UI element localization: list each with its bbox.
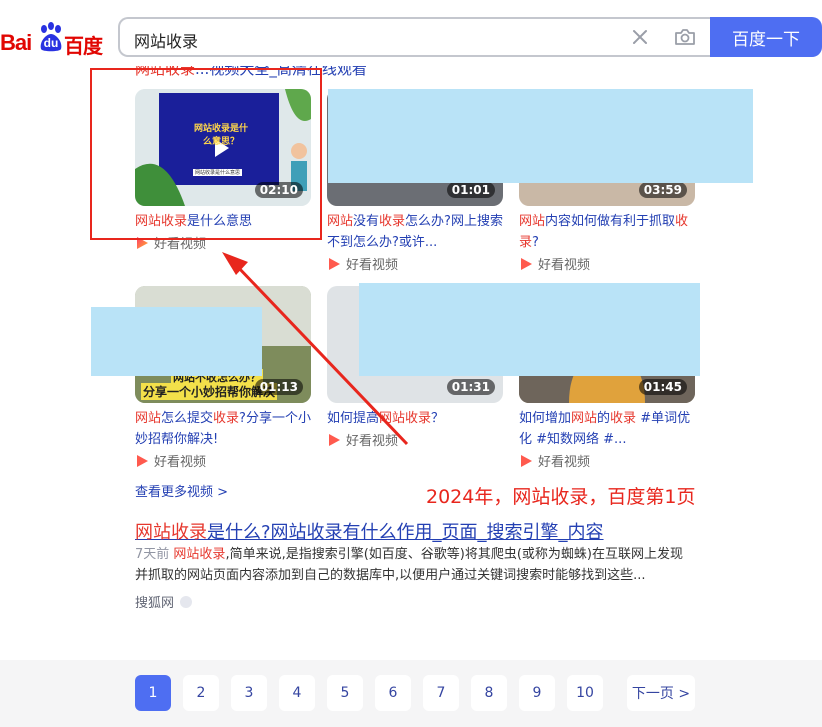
- baidu-logo[interactable]: Bai du 百度: [0, 20, 104, 58]
- page-6[interactable]: 6: [375, 675, 411, 711]
- page-10[interactable]: 10: [567, 675, 603, 711]
- redaction-mask: [328, 89, 753, 183]
- video-title[interactable]: 如何增加网站的收录 #单词优化 #知数网络 #...: [519, 408, 695, 450]
- title-highlight: 网站: [571, 411, 598, 426]
- video-duration: 01:13: [254, 379, 303, 395]
- title-highlight: 网站: [135, 411, 162, 426]
- logo-cn: 百度: [64, 34, 103, 58]
- source-label: 好看视频: [346, 434, 399, 449]
- video-title[interactable]: 如何提高网站收录？: [327, 408, 503, 429]
- result-date: 7天前: [135, 547, 170, 562]
- logo-du: du: [43, 36, 59, 50]
- haokan-play-icon: [521, 454, 532, 467]
- page-1[interactable]: 1: [135, 675, 171, 711]
- video-duration: 01:31: [446, 379, 495, 395]
- search-button[interactable]: 百度一下: [710, 17, 822, 57]
- source-label: 好看视频: [538, 258, 591, 273]
- source-label: 好看视频: [154, 455, 207, 470]
- haokan-play-icon: [521, 257, 532, 270]
- page-8[interactable]: 8: [471, 675, 507, 711]
- title-text: ?: [532, 235, 539, 250]
- redaction-mask: [359, 283, 700, 376]
- title-text: 如何提高: [327, 411, 380, 426]
- video-duration: 01:45: [638, 379, 687, 395]
- logo-latin: Bai: [0, 30, 32, 55]
- pagination-bar: [0, 660, 822, 727]
- result-title-link[interactable]: 网站收录是什么?网站收录有什么作用_页面_搜索引擎_内容: [135, 518, 604, 544]
- page-2[interactable]: 2: [183, 675, 219, 711]
- result-source[interactable]: 搜狐网: [135, 592, 193, 611]
- video-duration: 03:59: [638, 182, 687, 198]
- video-title[interactable]: 网站内容如何做有利于抓取收录?: [519, 211, 695, 253]
- page-4[interactable]: 4: [279, 675, 315, 711]
- title-highlight: 网站收录: [379, 411, 432, 426]
- title-text: 怎么提交: [161, 411, 214, 426]
- title-highlight: 网站收录: [135, 522, 207, 543]
- source-menu-icon[interactable]: [180, 595, 193, 608]
- haokan-play-icon: [137, 454, 148, 467]
- annotation-text: 2024年，网站收录，百度第1页: [426, 486, 696, 508]
- title-text: 内容如何做有利于抓取: [545, 214, 676, 229]
- source-label: 搜狐网: [135, 596, 175, 611]
- title-text: 如何增加: [519, 411, 572, 426]
- search-input[interactable]: 网站收录: [134, 28, 198, 52]
- title-text: 没有: [353, 214, 380, 229]
- page-9[interactable]: 9: [519, 675, 555, 711]
- title-highlight: 收录: [610, 411, 637, 426]
- title-highlight: 收录: [379, 214, 406, 229]
- redaction-mask: [91, 307, 262, 376]
- video-title[interactable]: 网站没有收录怎么办?网上搜索不到怎么办?或许...: [327, 211, 503, 253]
- page-5[interactable]: 5: [327, 675, 363, 711]
- video-source: 好看视频: [519, 254, 590, 273]
- title-highlight: 网站: [519, 214, 546, 229]
- camera-icon[interactable]: [674, 27, 696, 47]
- source-label: 好看视频: [346, 258, 399, 273]
- video-source: 好看视频: [519, 451, 590, 470]
- result-snippet: 7天前 网站收录,简单来说,是指搜索引擎(如百度、谷歌等)将其爬虫(或称为蜘蛛)…: [135, 544, 695, 586]
- search-box[interactable]: 网站收录: [118, 17, 712, 57]
- clear-icon[interactable]: [630, 27, 650, 47]
- source-label: 好看视频: [538, 455, 591, 470]
- video-duration: 01:01: [446, 182, 495, 198]
- more-videos-link[interactable]: 查看更多视频 >: [135, 481, 228, 500]
- title-text: ？: [431, 411, 445, 426]
- title-text: 是什么?网站收录有什么作用_页面_搜索引擎_内容: [207, 522, 604, 543]
- title-highlight: 网站: [327, 214, 354, 229]
- snippet-highlight: 网站收录: [173, 547, 226, 562]
- video-source: 好看视频: [327, 254, 398, 273]
- annotation-box: [90, 68, 322, 240]
- page-3[interactable]: 3: [231, 675, 267, 711]
- video-source: 好看视频: [327, 430, 398, 449]
- haokan-play-icon: [329, 433, 340, 446]
- video-source: 好看视频: [135, 451, 206, 470]
- title-highlight: 收录: [213, 411, 240, 426]
- title-text: 的: [597, 411, 611, 426]
- page-7[interactable]: 7: [423, 675, 459, 711]
- video-title[interactable]: 网站怎么提交收录?分享一个小妙招帮你解决!: [135, 408, 311, 450]
- next-page-button[interactable]: 下一页 >: [627, 675, 695, 711]
- haokan-play-icon: [329, 257, 340, 270]
